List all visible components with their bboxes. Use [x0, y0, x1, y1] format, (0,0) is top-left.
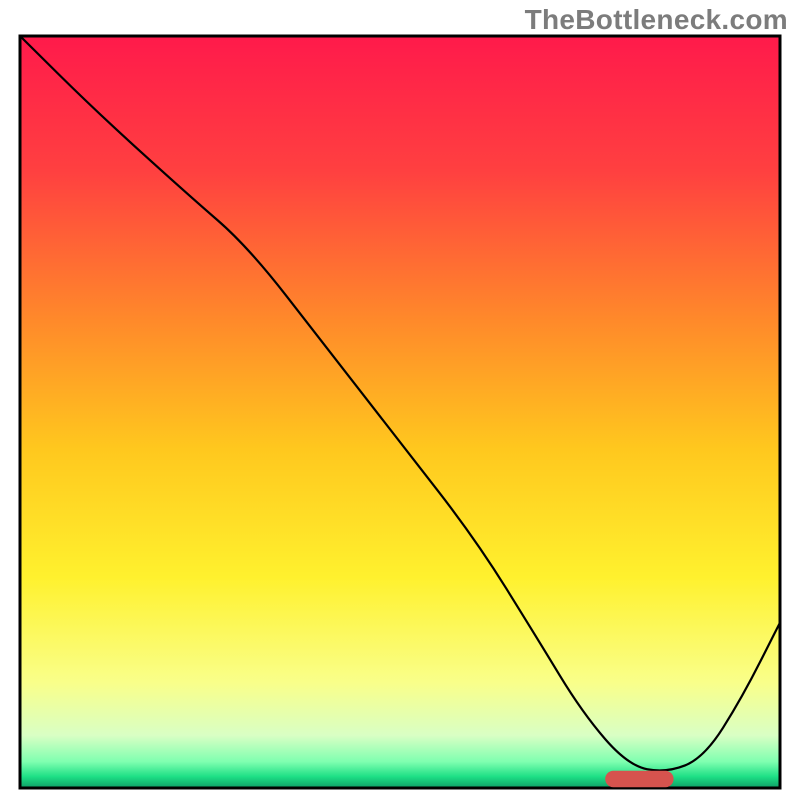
- bottleneck-chart: TheBottleneck.com: [0, 0, 800, 800]
- gradient-background: [20, 36, 780, 788]
- attribution-watermark: TheBottleneck.com: [525, 4, 788, 36]
- optimum-marker: [605, 771, 673, 788]
- chart-svg: [0, 0, 800, 800]
